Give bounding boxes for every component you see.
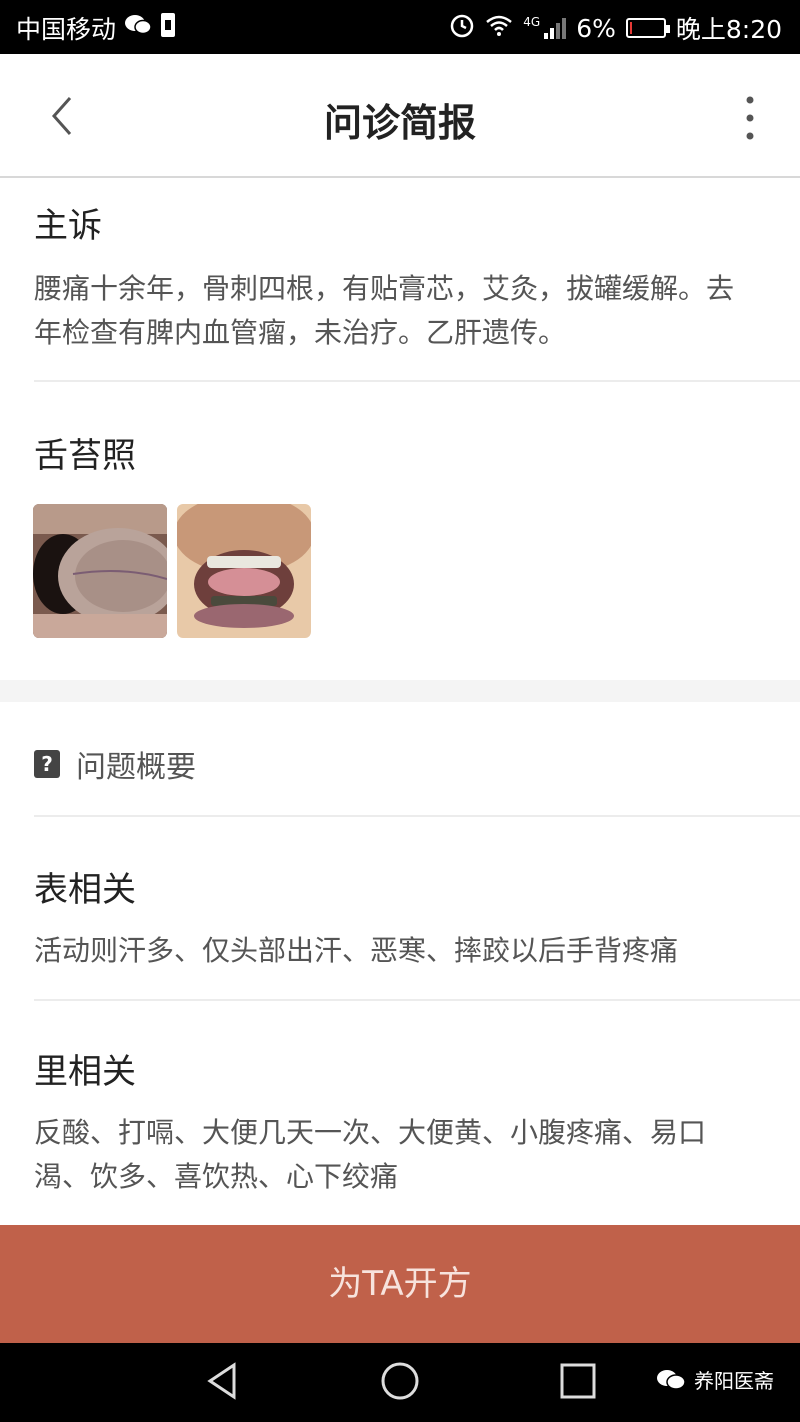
back-triangle-icon[interactable] <box>202 1361 242 1405</box>
problem-overview-row: ? 问题概要 <box>34 742 800 786</box>
problem-overview-label: 问题概要 <box>76 750 196 785</box>
divider <box>34 380 800 382</box>
exterior-heading: 表相关 <box>34 870 136 910</box>
tongue-photos-heading-wrap: 舌苔照 <box>34 428 800 477</box>
time-label: 晚上8:20 <box>675 15 782 44</box>
exterior-section: 表相关 活动则汗多、仅头部出汗、恶寒、摔跤以后手背疼痛 <box>34 862 800 973</box>
interior-section: 里相关 反酸、打嗝、大便几天一次、大便黄、小腹疼痛、易口渴、饮多、喜饮热、心下绞… <box>34 1044 800 1199</box>
watermark: 养阳医斋 <box>656 1365 774 1394</box>
system-nav-bar: 养阳医斋 <box>0 1343 800 1422</box>
recents-square-icon[interactable] <box>558 1361 598 1405</box>
page-title: 问诊简报 <box>323 101 476 145</box>
carrier-label: 中国移动 <box>16 15 117 44</box>
chief-complaint-heading: 主诉 <box>34 206 102 246</box>
divider <box>34 999 800 1001</box>
section-separator <box>0 680 800 702</box>
wifi-icon <box>485 14 513 43</box>
wechat-logo-icon <box>657 1369 686 1390</box>
interior-text: 反酸、打嗝、大便几天一次、大便黄、小腹疼痛、易口渴、饮多、喜饮热、心下绞痛 <box>34 1116 707 1193</box>
battery-icon <box>625 18 670 38</box>
divider <box>34 815 800 817</box>
prescribe-button[interactable]: 为TA开方 <box>0 1225 800 1343</box>
tongue-photo-1[interactable] <box>33 504 167 638</box>
tongue-photo-2[interactable] <box>177 504 311 638</box>
chief-complaint-text: 腰痛十余年，骨刺四根，有贴膏芯，艾灸，拔罐缓解。去年检查有脾内血管瘤，未治疗。乙… <box>34 272 735 349</box>
exterior-text: 活动则汗多、仅头部出汗、恶寒、摔跤以后手背疼痛 <box>34 934 679 967</box>
home-circle-icon[interactable] <box>380 1361 420 1405</box>
network-type: 4G <box>523 15 541 29</box>
battery-percent: 6% <box>576 13 616 43</box>
alarm-icon <box>449 12 475 44</box>
more-vertical-icon[interactable] <box>730 90 770 146</box>
wechat-icon <box>124 13 152 43</box>
signal-icon <box>544 17 567 39</box>
question-icon: ? <box>34 750 60 778</box>
status-bar: 中国移动 4G 6% 晚上8:20 <box>0 0 800 54</box>
interior-heading: 里相关 <box>34 1052 136 1092</box>
sim-icon <box>160 12 176 44</box>
chief-complaint-section: 主诉 腰痛十余年，骨刺四根，有贴膏芯，艾灸，拔罐缓解。去年检查有脾内血管瘤，未治… <box>34 198 800 355</box>
watermark-text: 养阳医斋 <box>694 1369 774 1393</box>
tongue-photos-heading: 舌苔照 <box>34 436 136 476</box>
app-header: 问诊简报 <box>0 54 800 178</box>
